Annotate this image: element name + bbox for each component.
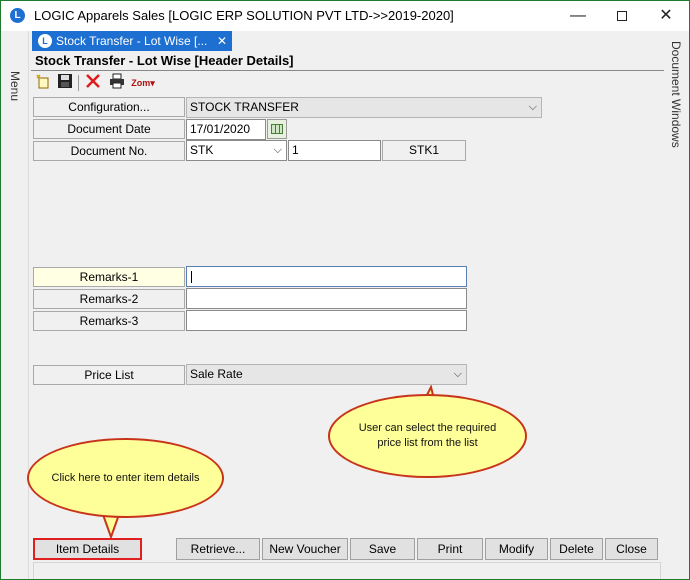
item-details-button[interactable]: Item Details xyxy=(33,538,142,560)
calendar-grid xyxy=(271,124,283,134)
new-document-icon[interactable] xyxy=(33,73,53,93)
text-cursor xyxy=(191,271,192,283)
menu-panel[interactable]: Menu xyxy=(1,31,29,579)
maximize-button[interactable] xyxy=(599,1,645,31)
price-list-label: Price List xyxy=(33,365,185,385)
close-window-button[interactable]: ✕ xyxy=(643,1,689,31)
app-logo-icon: L xyxy=(38,34,52,48)
remarks-2-field[interactable] xyxy=(186,288,467,309)
title-bar: L LOGIC Apparels Sales [LOGIC ERP SOLUTI… xyxy=(1,1,689,31)
document-windows-label: Document Windows xyxy=(669,41,683,148)
modify-button[interactable]: Modify xyxy=(485,538,548,560)
print-icon[interactable] xyxy=(107,73,127,93)
document-date-label: Document Date xyxy=(33,119,185,139)
document-number-field[interactable]: 1 xyxy=(288,140,381,161)
remarks-2-label: Remarks-2 xyxy=(33,289,185,309)
delete-icon[interactable] xyxy=(83,73,103,93)
erp-window: L LOGIC Apparels Sales [LOGIC ERP SOLUTI… xyxy=(0,0,690,580)
retrieve-button[interactable]: Retrieve... xyxy=(176,538,260,560)
close-button[interactable]: Close xyxy=(605,538,658,560)
document-no-label: Document No. xyxy=(33,141,185,161)
document-date-field[interactable]: 17/01/2020 xyxy=(186,119,266,140)
price-list-value: Sale Rate xyxy=(190,367,243,381)
configuration-value: STOCK TRANSFER xyxy=(190,100,299,114)
status-area xyxy=(33,562,661,579)
price-list-callout: User can select the required price list … xyxy=(328,394,527,478)
configuration-button[interactable]: Configuration... xyxy=(33,97,185,117)
window-title: LOGIC Apparels Sales [LOGIC ERP SOLUTION… xyxy=(34,8,454,23)
remarks-3-label: Remarks-3 xyxy=(33,311,185,331)
tab-strip: L Stock Transfer - Lot Wise [... ✕ xyxy=(30,31,665,51)
document-series-value: STK xyxy=(190,143,214,157)
chevron-down-icon: ⌵ xyxy=(273,144,282,156)
document-code-display: STK1 xyxy=(382,140,466,161)
tab-close-icon[interactable]: ✕ xyxy=(214,31,230,51)
item-details-callout-text: Click here to enter item details xyxy=(51,471,200,484)
document-windows-panel[interactable]: Document Windows xyxy=(665,31,689,579)
print-button[interactable]: Print xyxy=(417,538,483,560)
calendar-icon[interactable] xyxy=(267,119,287,139)
save-button[interactable]: Save xyxy=(350,538,415,560)
menu-label: Menu xyxy=(8,71,22,102)
delete-button[interactable]: Delete xyxy=(550,538,603,560)
price-list-select[interactable]: Sale Rate ⌵ xyxy=(186,364,467,385)
chevron-down-icon: ⌵ xyxy=(453,368,462,380)
maximize-icon xyxy=(617,10,627,21)
tab-stock-transfer[interactable]: L Stock Transfer - Lot Wise [... ✕ xyxy=(32,31,232,51)
new-voucher-button[interactable]: New Voucher xyxy=(262,538,348,560)
configuration-select[interactable]: STOCK TRANSFER ⌵ xyxy=(186,97,542,118)
divider xyxy=(31,70,664,71)
remarks-1-field[interactable] xyxy=(186,266,467,287)
minimize-button[interactable]: — xyxy=(555,1,601,31)
price-list-callout-text: User can select the required price list … xyxy=(358,422,497,449)
remarks-3-field[interactable] xyxy=(186,310,467,331)
tab-label: Stock Transfer - Lot Wise [... xyxy=(56,34,208,48)
toolbar-separator xyxy=(78,75,79,91)
form-title: Stock Transfer - Lot Wise [Header Detail… xyxy=(35,53,294,68)
save-icon[interactable] xyxy=(55,73,75,93)
document-series-select[interactable]: STK ⌵ xyxy=(186,140,287,161)
app-logo-icon: L xyxy=(10,8,25,23)
item-details-callout: Click here to enter item details xyxy=(27,438,224,518)
remarks-1-label: Remarks-1 xyxy=(33,267,185,287)
zoom-dropdown[interactable]: Zom▾ xyxy=(129,73,157,93)
chevron-down-icon: ⌵ xyxy=(528,101,537,113)
